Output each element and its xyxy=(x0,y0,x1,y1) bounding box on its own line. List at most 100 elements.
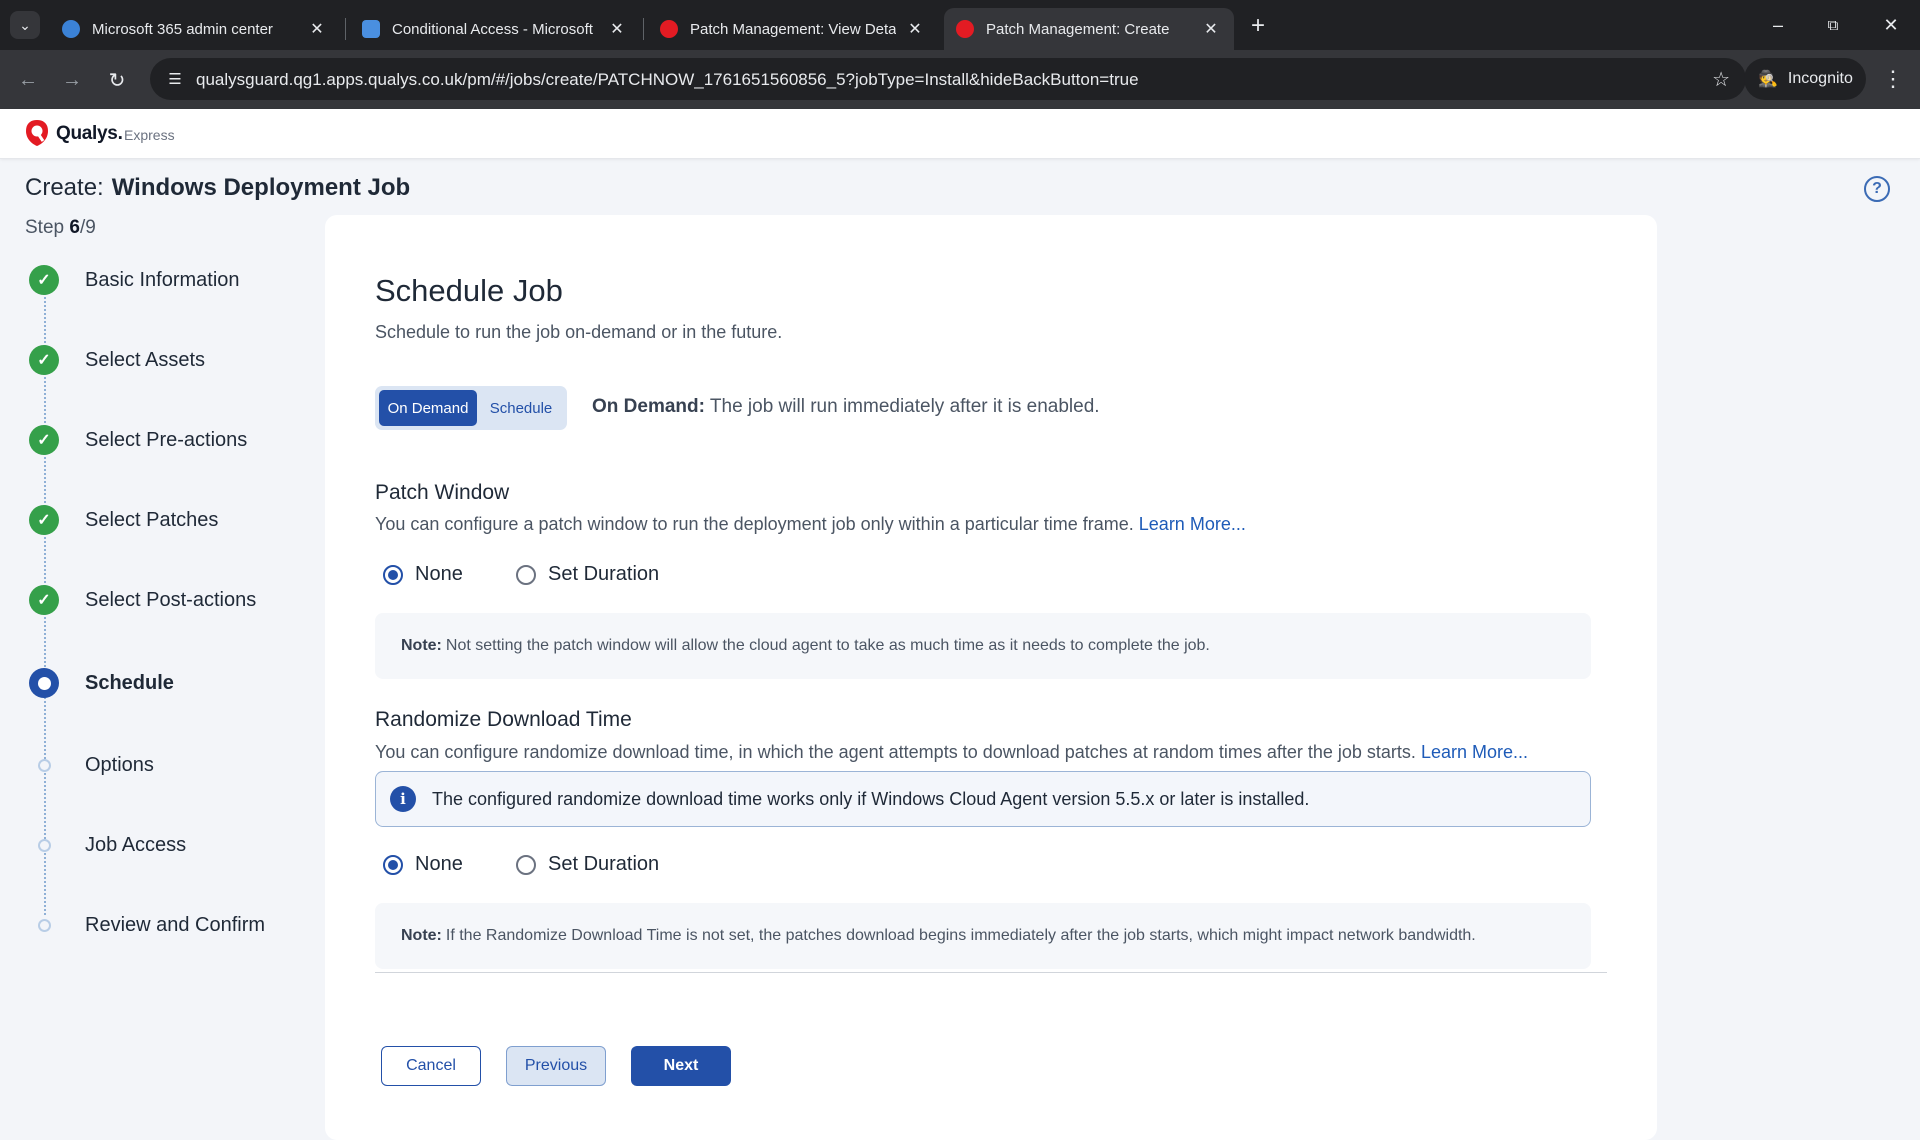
step-counter: Step 6/9 xyxy=(25,217,96,239)
radio-selected-icon xyxy=(383,854,403,875)
tab-separator xyxy=(345,18,346,40)
browser-tab-conditional-access[interactable]: Conditional Access - Microsoft E ✕ xyxy=(350,8,640,50)
page-title-prefix: Create: xyxy=(25,174,104,201)
radio-unselected-icon xyxy=(516,564,536,585)
m365-admin-favicon-icon xyxy=(62,20,80,38)
step-schedule[interactable]: Schedule xyxy=(0,663,320,703)
randomize-heading: Randomize Download Time xyxy=(375,708,632,731)
on-demand-text: The job will run immediately after it is… xyxy=(709,396,1100,417)
schedule-toggle-button[interactable]: Schedule xyxy=(479,390,563,426)
bookmark-star-icon[interactable]: ☆ xyxy=(1712,67,1730,92)
site-settings-icon[interactable]: ☰ xyxy=(164,68,186,90)
reload-icon[interactable]: ↻ xyxy=(101,64,133,96)
browser-menu-icon[interactable]: ⋮ xyxy=(1878,64,1908,94)
randomize-description-text: You can configure randomize download tim… xyxy=(375,742,1416,762)
schedule-mode-toggle: On Demand Schedule xyxy=(375,386,567,430)
browser-tab-patch-create[interactable]: Patch Management: Create ✕ xyxy=(944,8,1234,50)
schedule-heading: Schedule Job xyxy=(375,273,563,308)
brand-name: Qualys. xyxy=(56,123,123,144)
step-label: Select Assets xyxy=(85,349,206,371)
note-text: Not setting the patch window will allow … xyxy=(445,637,1210,654)
check-icon: ✓ xyxy=(29,265,59,295)
step-label: Options xyxy=(85,754,154,776)
radio-label: None xyxy=(415,853,463,875)
step-review-and-confirm: Review and Confirm xyxy=(0,905,320,945)
step-job-access: Job Access xyxy=(0,825,320,865)
patch-window-heading: Patch Window xyxy=(375,481,510,504)
pending-step-icon xyxy=(38,839,51,852)
browser-toolbar: ← → ↻ ☰ qualysguard.qg1.apps.qualys.co.u… xyxy=(0,50,1920,109)
previous-button[interactable]: Previous xyxy=(506,1046,606,1086)
step-select-pre-actions[interactable]: ✓ Select Pre-actions xyxy=(0,420,320,460)
qualys-favicon-icon xyxy=(660,20,678,38)
step-basic-information[interactable]: ✓ Basic Information xyxy=(0,260,320,300)
product-name: Express xyxy=(124,127,175,143)
close-tab-icon[interactable]: ✕ xyxy=(1200,19,1222,39)
browser-tab-m365[interactable]: Microsoft 365 admin center ✕ xyxy=(50,8,340,50)
minimize-icon[interactable]: – xyxy=(1758,10,1798,40)
randomize-learn-more-link[interactable]: Learn More... xyxy=(1421,742,1528,762)
on-demand-toggle-button[interactable]: On Demand xyxy=(379,390,477,426)
radio-unselected-icon xyxy=(516,854,536,875)
schedule-card: Schedule Job Schedule to run the job on-… xyxy=(325,215,1657,1140)
note-label: Note: xyxy=(401,927,442,944)
restore-icon[interactable]: ⧉ xyxy=(1813,10,1853,40)
on-demand-label: On Demand: xyxy=(592,396,705,417)
tab-title: Conditional Access - Microsoft E xyxy=(392,20,598,38)
randomize-none-radio[interactable]: None xyxy=(383,853,463,876)
new-tab-plus-icon[interactable]: + xyxy=(1244,12,1272,40)
footer-divider xyxy=(375,972,1607,973)
step-label: Select Pre-actions xyxy=(85,429,248,451)
step-select-patches[interactable]: ✓ Select Patches xyxy=(0,500,320,540)
close-tab-icon[interactable]: ✕ xyxy=(606,19,628,39)
step-label: Select Post-actions xyxy=(85,589,257,611)
step-select-assets[interactable]: ✓ Select Assets xyxy=(0,340,320,380)
forward-arrow-icon[interactable]: → xyxy=(56,64,88,96)
step-current: 6 xyxy=(69,217,80,238)
step-label: Schedule xyxy=(85,672,174,694)
randomize-set-duration-radio[interactable]: Set Duration xyxy=(516,853,659,876)
info-icon: i xyxy=(390,786,416,812)
help-icon[interactable]: ? xyxy=(1864,176,1890,202)
incognito-indicator[interactable]: 🕵 Incognito xyxy=(1744,58,1866,100)
note-text: If the Randomize Download Time is not se… xyxy=(445,927,1476,944)
radio-label: Set Duration xyxy=(548,563,660,585)
qualys-favicon-icon xyxy=(956,20,974,38)
step-label: Select Patches xyxy=(85,509,219,531)
randomize-note: Note: If the Randomize Download Time is … xyxy=(375,903,1591,969)
close-tab-icon[interactable]: ✕ xyxy=(306,19,328,39)
url-text[interactable]: qualysguard.qg1.apps.qualys.co.uk/pm/#/j… xyxy=(196,70,1139,90)
step-total: /9 xyxy=(79,217,96,238)
agent-version-info-banner: i The configured randomize download time… xyxy=(375,771,1591,827)
back-arrow-icon[interactable]: ← xyxy=(12,64,44,96)
close-tab-icon[interactable]: ✕ xyxy=(904,19,926,39)
on-demand-explanation: On Demand: The job will run immediately … xyxy=(592,396,1100,418)
patch-window-set-duration-radio[interactable]: Set Duration xyxy=(516,563,659,586)
patch-window-none-radio[interactable]: None xyxy=(383,563,463,586)
tab-title: Microsoft 365 admin center xyxy=(92,20,273,38)
patch-window-learn-more-link[interactable]: Learn More... xyxy=(1139,514,1246,534)
qualys-logo-icon xyxy=(26,120,48,146)
next-button[interactable]: Next xyxy=(631,1046,731,1086)
address-bar[interactable]: ☰ qualysguard.qg1.apps.qualys.co.uk/pm/#… xyxy=(150,58,1746,100)
note-label: Note: xyxy=(401,637,442,654)
step-label: Review and Confirm xyxy=(85,914,266,936)
browser-tab-patch-view[interactable]: Patch Management: View Details ✕ xyxy=(648,8,938,50)
tab-separator xyxy=(643,18,644,40)
pending-step-icon xyxy=(38,919,51,932)
radio-label: Set Duration xyxy=(548,853,660,875)
tab-search-chevron-icon[interactable]: ⌄ xyxy=(10,11,40,39)
check-icon: ✓ xyxy=(29,585,59,615)
check-icon: ✓ xyxy=(29,425,59,455)
patch-window-description-text: You can configure a patch window to run … xyxy=(375,514,1134,534)
entra-favicon-icon xyxy=(362,20,380,38)
step-select-post-actions[interactable]: ✓ Select Post-actions xyxy=(0,580,320,620)
page-title: Create: Windows Deployment Job xyxy=(25,174,410,202)
schedule-description: Schedule to run the job on-demand or in … xyxy=(375,322,783,342)
close-window-icon[interactable]: ✕ xyxy=(1871,10,1911,40)
step-label: Basic Information xyxy=(85,269,240,291)
app-header: Qualys. Express xyxy=(0,109,1920,159)
cancel-button[interactable]: Cancel xyxy=(381,1046,481,1086)
radio-selected-icon xyxy=(383,564,403,585)
page-title-text: Windows Deployment Job xyxy=(111,174,411,201)
